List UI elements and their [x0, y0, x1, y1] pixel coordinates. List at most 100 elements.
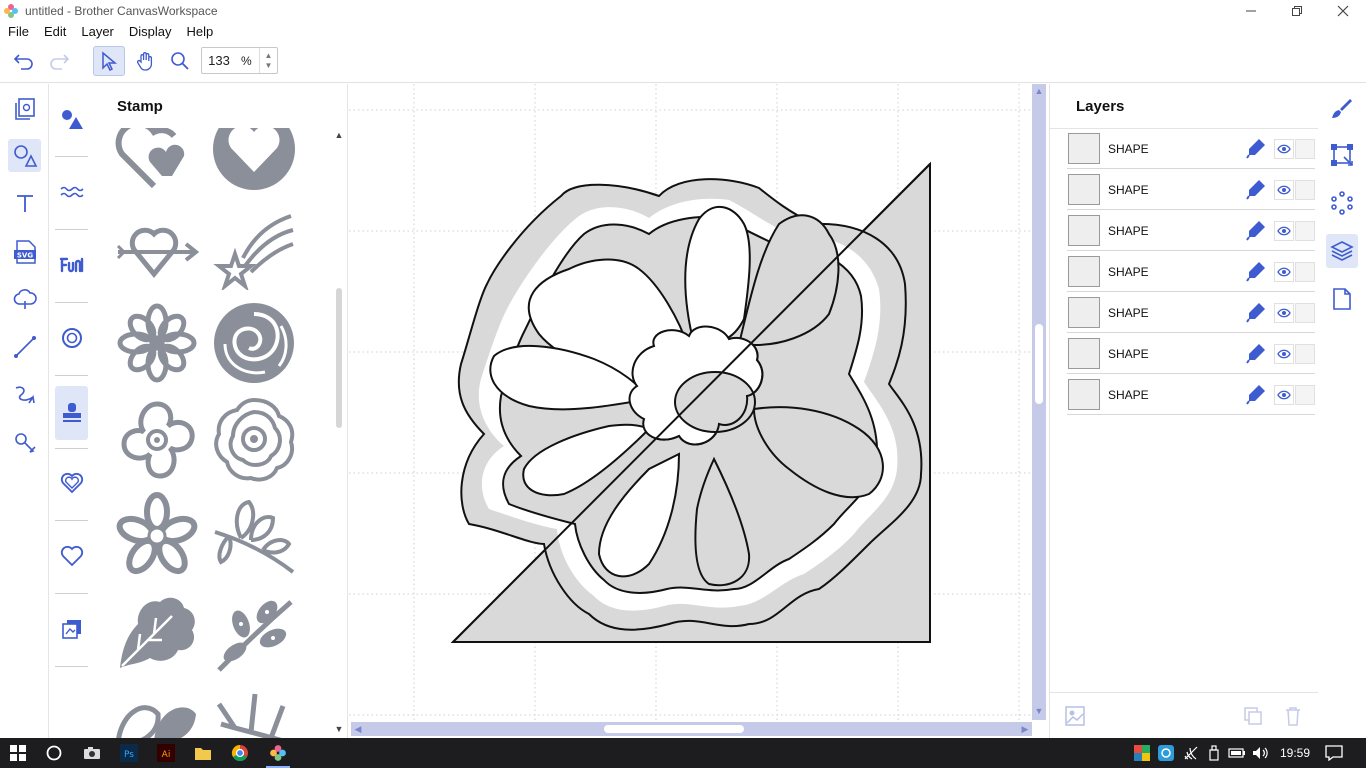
category-heart[interactable]: [55, 531, 88, 581]
group-layer-button[interactable]: [1064, 705, 1086, 727]
scroll-up-arrow-icon[interactable]: ▲: [334, 130, 344, 140]
close-button[interactable]: [1320, 0, 1366, 22]
stamp-rose[interactable]: [211, 300, 297, 386]
category-my-shapes[interactable]: [55, 604, 88, 654]
stamp-flower-layered[interactable]: [211, 396, 297, 482]
menu-file[interactable]: File: [8, 24, 29, 39]
project-button[interactable]: [8, 92, 41, 125]
tray-usb[interactable]: [1202, 741, 1226, 765]
scroll-up-arrow-icon[interactable]: ▲: [1032, 86, 1046, 96]
stamp-oak-leaf[interactable]: [114, 588, 200, 674]
cloud-button[interactable]: [8, 282, 41, 315]
stamp-twig[interactable]: [211, 684, 297, 738]
layer-row[interactable]: SHAPE: [1067, 210, 1315, 251]
pen-tool-icon[interactable]: [1245, 137, 1267, 159]
canvas-vscroll-thumb[interactable]: [1035, 324, 1043, 404]
hand-tool-button[interactable]: [129, 46, 161, 76]
pen-tool-icon[interactable]: [1245, 219, 1267, 241]
zoom-tool-button[interactable]: [164, 46, 196, 76]
visibility-toggle[interactable]: [1274, 221, 1294, 241]
stamp-berry-branch[interactable]: [211, 588, 297, 674]
category-basic-shapes[interactable]: [55, 94, 88, 144]
freehand-button[interactable]: [8, 378, 41, 411]
taskbar-photoshop[interactable]: Ps: [117, 741, 141, 765]
taskbar-illustrator[interactable]: Ai: [154, 741, 178, 765]
layer-row[interactable]: SHAPE: [1067, 251, 1315, 292]
action-center-button[interactable]: [1322, 741, 1346, 765]
start-button[interactable]: [6, 741, 30, 765]
scroll-down-arrow-icon[interactable]: ▼: [1032, 706, 1046, 716]
layer-row[interactable]: SHAPE: [1067, 333, 1315, 374]
category-fun-text[interactable]: [55, 240, 88, 290]
brush-button[interactable]: [1326, 92, 1358, 126]
stamp-leaves[interactable]: [114, 684, 200, 738]
visibility-toggle[interactable]: [1274, 139, 1294, 159]
lock-toggle[interactable]: [1295, 262, 1315, 282]
chevron-up-icon[interactable]: ▲: [265, 51, 273, 61]
restore-button[interactable]: [1274, 0, 1320, 22]
zoom-value[interactable]: 133: [202, 53, 236, 68]
select-tool-button[interactable]: [93, 46, 125, 76]
duplicate-layer-button[interactable]: [1242, 705, 1264, 727]
pen-tool-icon[interactable]: [1245, 260, 1267, 282]
visibility-toggle[interactable]: [1274, 262, 1294, 282]
minimize-button[interactable]: [1228, 0, 1274, 22]
transform-button[interactable]: [1326, 138, 1358, 172]
taskbar-chrome[interactable]: [228, 741, 252, 765]
lock-toggle[interactable]: [1295, 303, 1315, 323]
scroll-right-arrow-icon[interactable]: ▶: [1018, 722, 1032, 736]
pen-tool-icon[interactable]: [1245, 301, 1267, 323]
node-edit-button[interactable]: [1326, 186, 1358, 220]
stamp-shooting-star[interactable]: [211, 204, 297, 290]
zoom-input[interactable]: 133 % ▲ ▼: [201, 47, 278, 74]
taskbar-clock[interactable]: 19:59: [1278, 738, 1312, 768]
taskbar-camera[interactable]: [80, 741, 104, 765]
layers-button[interactable]: [1326, 234, 1358, 268]
canvas-artwork[interactable]: [349, 84, 1032, 720]
category-wave[interactable]: [55, 167, 88, 217]
canvas-vertical-scrollbar[interactable]: ▲ ▼: [1032, 84, 1046, 720]
delete-layer-button[interactable]: [1282, 705, 1304, 727]
lock-toggle[interactable]: [1295, 385, 1315, 405]
tray-wifi[interactable]: [1179, 741, 1203, 765]
visibility-toggle[interactable]: [1274, 180, 1294, 200]
magic-wand-button[interactable]: [8, 426, 41, 459]
pen-tool-icon[interactable]: [1245, 342, 1267, 364]
stamp-flower-daisy[interactable]: [114, 300, 200, 386]
svg-import-button[interactable]: SVG: [8, 235, 41, 268]
menu-edit[interactable]: Edit: [44, 24, 66, 39]
stamp-scrollbar[interactable]: ▲ ▼: [334, 128, 344, 734]
pen-tool-icon[interactable]: [1245, 383, 1267, 405]
undo-button[interactable]: [8, 46, 40, 76]
tray-office[interactable]: [1130, 741, 1154, 765]
chevron-down-icon[interactable]: ▼: [265, 61, 273, 71]
cortana-button[interactable]: [42, 741, 66, 765]
stamp-heart-circle[interactable]: [211, 128, 297, 192]
visibility-toggle[interactable]: [1274, 303, 1294, 323]
category-heart-outline[interactable]: [55, 458, 88, 508]
stamp-flower-five-petal[interactable]: [114, 396, 200, 482]
canvas-horizontal-scrollbar[interactable]: ◀ ▶: [351, 722, 1032, 736]
redo-button[interactable]: [43, 46, 75, 76]
taskbar-file-explorer[interactable]: [191, 741, 215, 765]
tray-volume[interactable]: [1249, 741, 1273, 765]
category-frames[interactable]: [55, 313, 88, 363]
layer-row[interactable]: SHAPE: [1067, 374, 1315, 415]
design-canvas[interactable]: ▲ ▼ ◀ ▶: [349, 84, 1049, 738]
canvas-hscroll-thumb[interactable]: [604, 725, 744, 733]
layer-row[interactable]: SHAPE: [1067, 292, 1315, 333]
scroll-left-arrow-icon[interactable]: ◀: [351, 722, 365, 736]
taskbar-canvasworkspace[interactable]: [266, 741, 290, 768]
line-button[interactable]: [8, 330, 41, 363]
tray-app[interactable]: [1154, 741, 1178, 765]
scroll-down-arrow-icon[interactable]: ▼: [334, 724, 344, 734]
stamp-double-heart[interactable]: [114, 128, 200, 192]
menu-help[interactable]: Help: [187, 24, 214, 39]
visibility-toggle[interactable]: [1274, 385, 1294, 405]
menu-layer[interactable]: Layer: [81, 24, 114, 39]
lock-toggle[interactable]: [1295, 344, 1315, 364]
zoom-stepper[interactable]: ▲ ▼: [259, 48, 277, 73]
layer-row[interactable]: SHAPE: [1067, 169, 1315, 210]
menu-display[interactable]: Display: [129, 24, 172, 39]
stamp-flower-simple[interactable]: [114, 492, 200, 578]
